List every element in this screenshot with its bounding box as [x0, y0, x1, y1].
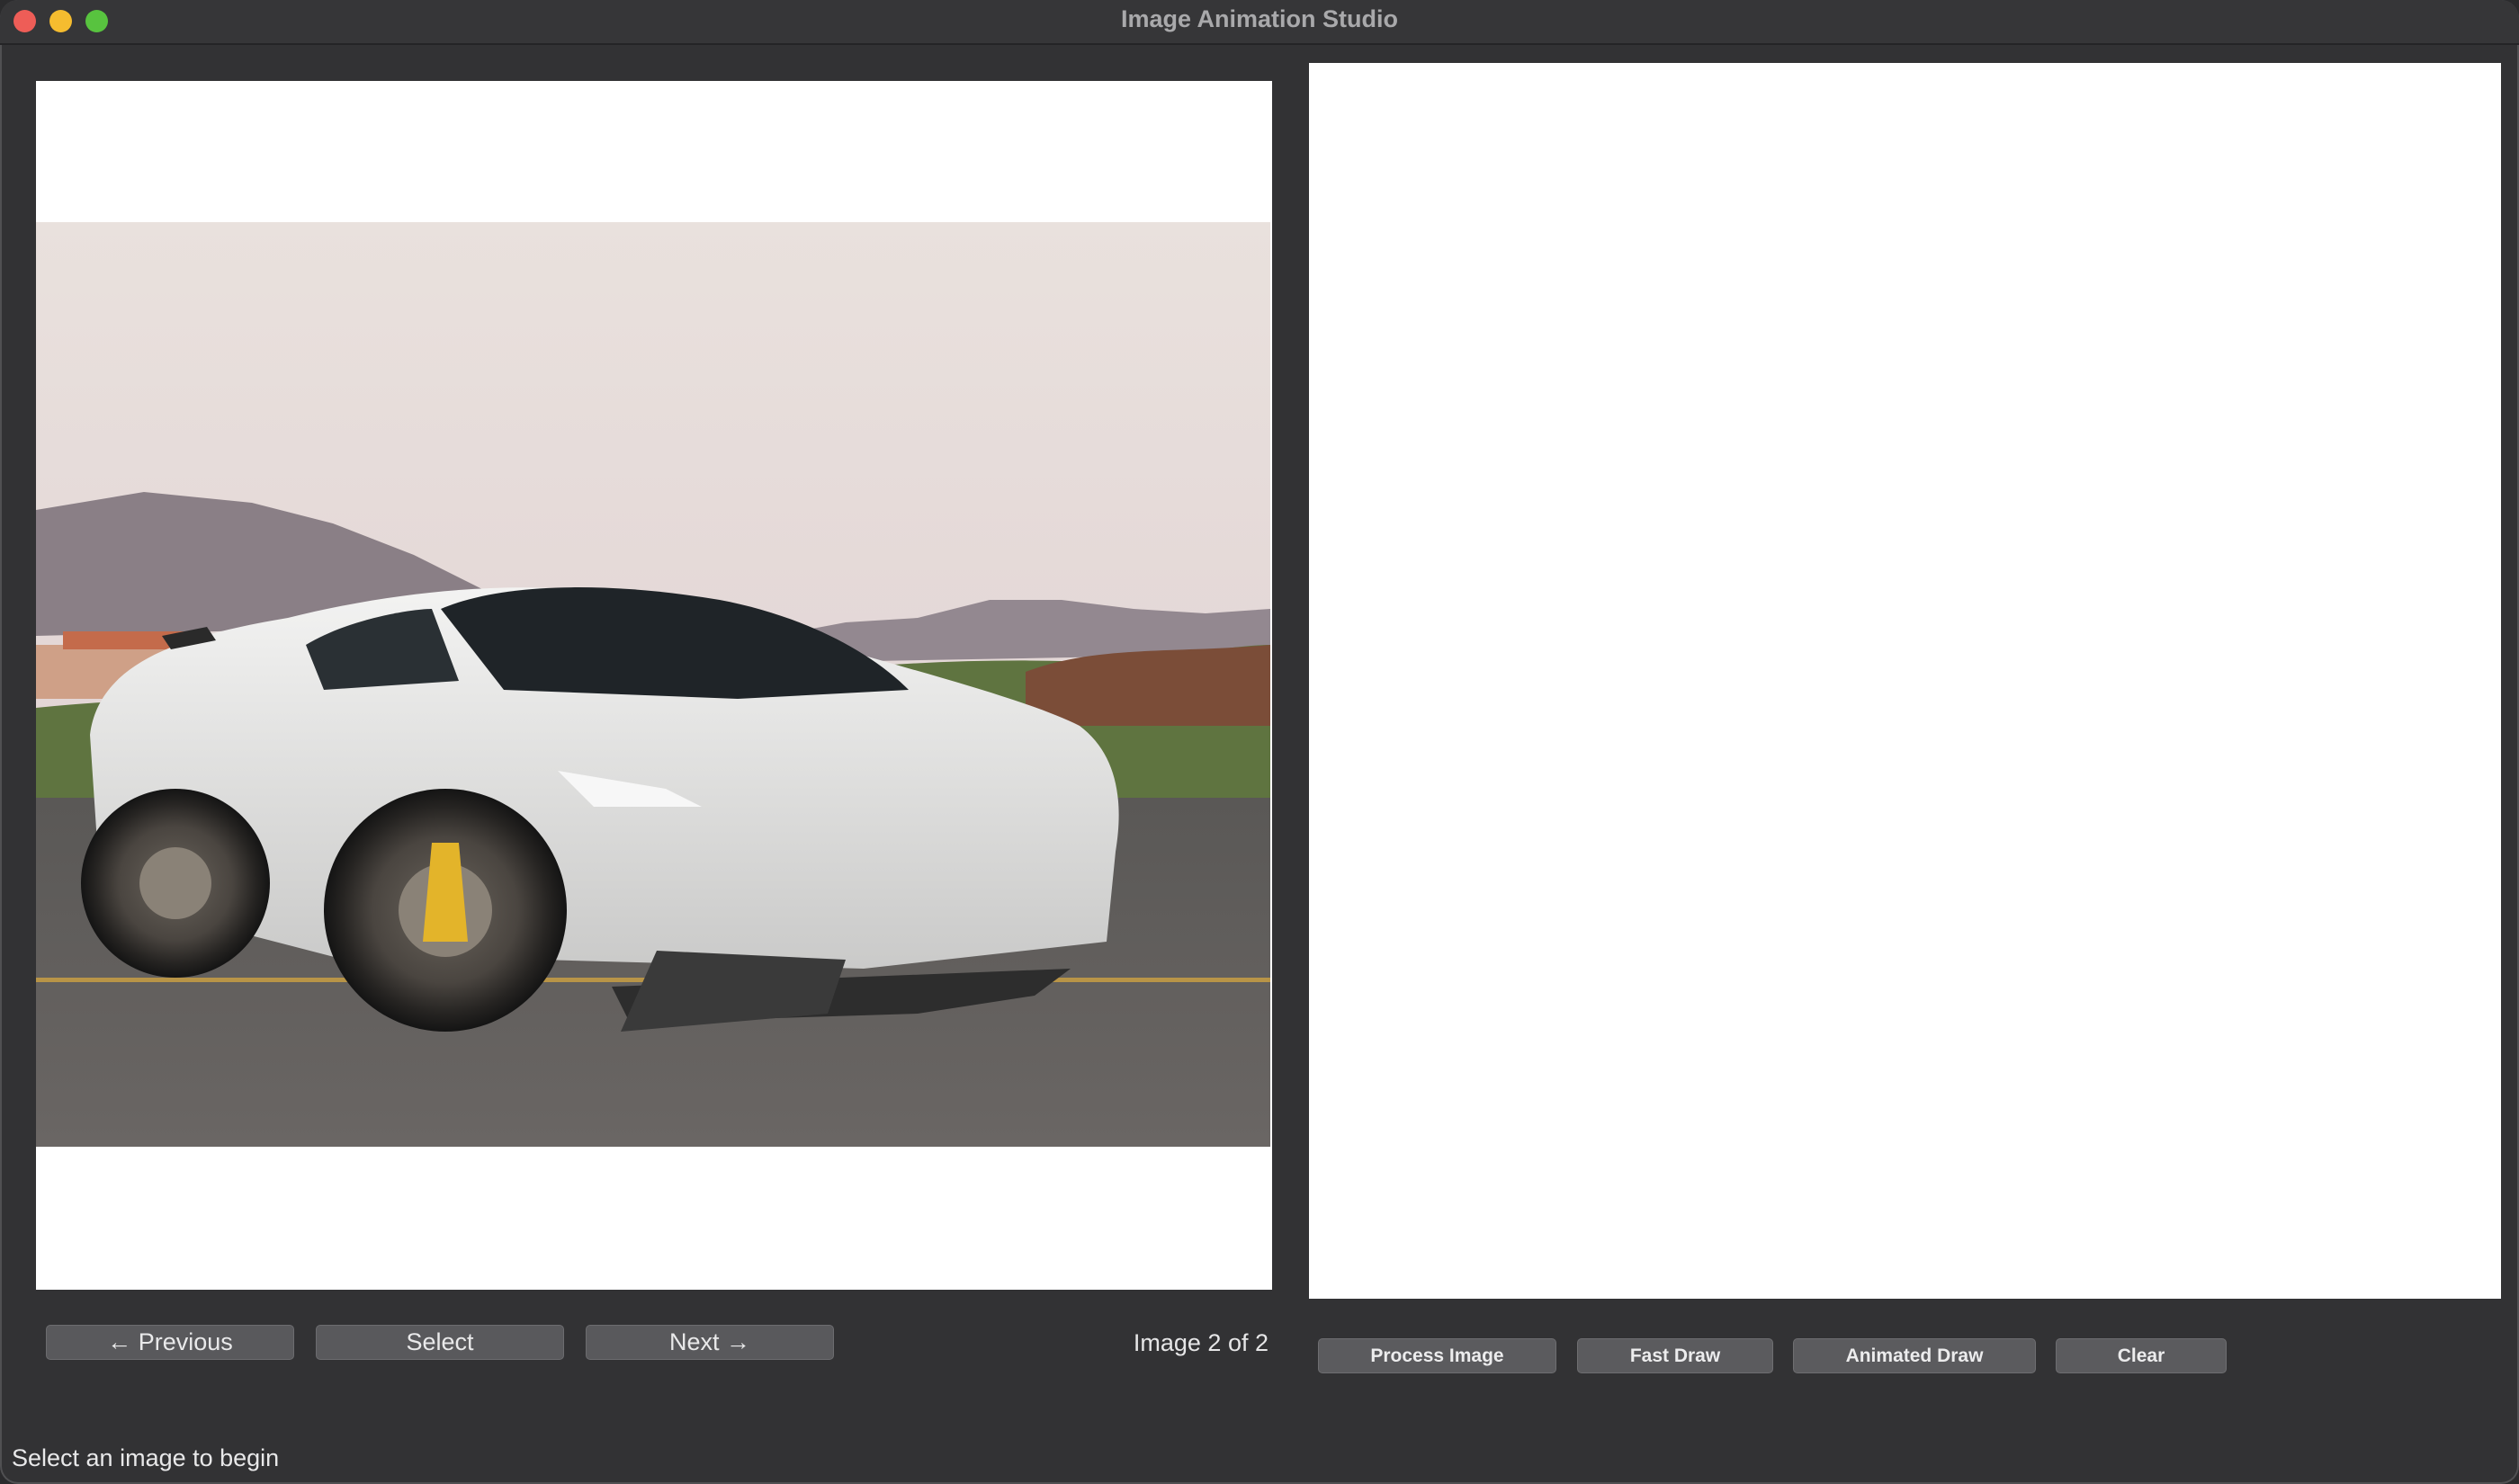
status-text: Select an image to begin	[12, 1444, 280, 1471]
title-bar[interactable]: Image Animation Studio	[0, 0, 2519, 45]
image-counter: Image 2 of 2	[1133, 1329, 1268, 1356]
select-button[interactable]: Select	[316, 1325, 564, 1360]
image-preview-canvas	[36, 81, 1272, 1290]
fast-draw-button[interactable]: Fast Draw	[1577, 1338, 1773, 1373]
previous-button[interactable]: ← Previous	[46, 1325, 294, 1360]
animated-draw-button[interactable]: Animated Draw	[1793, 1338, 2036, 1373]
clear-button[interactable]: Clear	[2056, 1338, 2227, 1373]
window-title: Image Animation Studio	[1120, 5, 1398, 32]
car-photo	[36, 222, 1270, 1147]
process-image-button[interactable]: Process Image	[1318, 1338, 1556, 1373]
next-button[interactable]: Next →	[586, 1325, 834, 1360]
drawing-canvas[interactable]	[1309, 63, 2501, 1299]
app-window: Image Animation Studio ← Previous Select…	[0, 0, 2519, 1484]
